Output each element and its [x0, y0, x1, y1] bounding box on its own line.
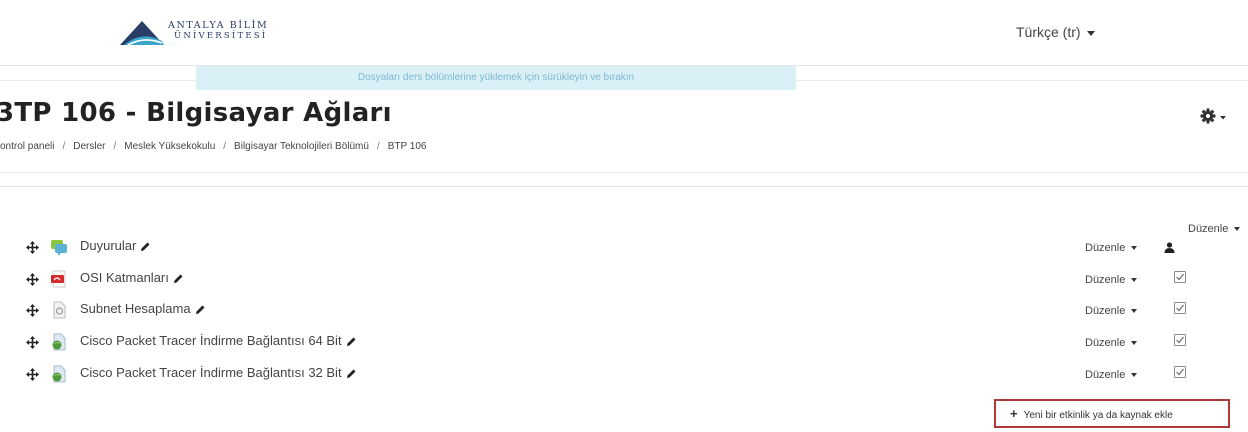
activity-edit-label: Düzenle — [1085, 369, 1126, 381]
gear-icon — [1200, 108, 1226, 124]
breadcrumb-item[interactable]: Dersler — [73, 141, 105, 152]
breadcrumb-separator: / — [376, 141, 380, 152]
pdf-icon — [51, 270, 66, 288]
logo-text-line1: ANTALYA BİLİM — [168, 20, 269, 31]
pencil-icon[interactable] — [173, 273, 184, 284]
breadcrumb-item[interactable]: BTP 106 — [388, 141, 427, 152]
breadcrumb: ontrol paneli / Dersler / Meslek Yüksekokulu… — [0, 141, 426, 152]
top-navbar: ANTALYA BİLİM ÜNİVERSİTESİ Türkçe (tr) — [0, 0, 1248, 66]
pencil-icon[interactable] — [346, 336, 357, 347]
checkbox-icon[interactable] — [1174, 366, 1186, 378]
content-divider — [0, 186, 1248, 187]
language-menu[interactable]: Türkçe (tr) — [1016, 24, 1095, 40]
pencil-icon[interactable] — [140, 241, 151, 252]
chevron-down-icon — [1131, 246, 1138, 251]
activity-name: Cisco Packet Tracer İndirme Bağlantısı 6… — [80, 333, 342, 348]
activity-link[interactable]: OSI Katmanları — [80, 270, 184, 285]
activity-link[interactable]: Subnet Hesaplama — [80, 301, 206, 316]
page-title: 3TP 106 - Bilgisayar Ağları — [0, 98, 392, 128]
activity-edit-menu[interactable]: Düzenle — [1085, 369, 1138, 381]
chevron-down-icon — [1086, 30, 1095, 36]
dropzone-text: Dosyaları ders bölümlerine yüklemek için… — [357, 72, 635, 83]
activity-edit-label: Düzenle — [1085, 242, 1126, 254]
language-label: Türkçe (tr) — [1016, 24, 1081, 40]
activity-name: Duyurular — [80, 238, 137, 253]
activity-row: Subnet Hesaplama Düzenle — [0, 297, 1248, 325]
activity-link[interactable]: Cisco Packet Tracer İndirme Bağlantısı 6… — [80, 333, 357, 348]
activity-link[interactable]: Cisco Packet Tracer İndirme Bağlantısı 3… — [80, 365, 357, 380]
breadcrumb-item[interactable]: Bilgisayar Teknolojileri Bölümü — [234, 141, 369, 152]
activity-name: OSI Katmanları — [80, 270, 169, 285]
checkbox-icon[interactable] — [1174, 302, 1186, 314]
activity-edit-menu[interactable]: Düzenle — [1085, 305, 1138, 317]
move-icon[interactable] — [26, 273, 39, 286]
chevron-down-icon — [1131, 341, 1138, 346]
activity-edit-label: Düzenle — [1085, 305, 1126, 317]
url-icon — [52, 365, 66, 383]
move-icon[interactable] — [26, 368, 39, 381]
pencil-icon[interactable] — [195, 304, 206, 315]
content-divider — [0, 172, 1248, 173]
university-logo[interactable]: ANTALYA BİLİM ÜNİVERSİTESİ — [118, 18, 288, 50]
activity-name: Cisco Packet Tracer İndirme Bağlantısı 3… — [80, 365, 342, 380]
breadcrumb-separator: / — [223, 141, 227, 152]
move-icon[interactable] — [26, 304, 39, 317]
activity-edit-label: Düzenle — [1085, 337, 1126, 349]
activity-row: OSI Katmanları Düzenle — [0, 266, 1248, 294]
checkbox-icon[interactable] — [1174, 334, 1186, 346]
checkbox-icon[interactable] — [1174, 271, 1186, 283]
pencil-icon[interactable] — [346, 368, 357, 379]
file-dropzone[interactable]: Dosyaları ders bölümlerine yüklemek için… — [196, 66, 796, 90]
breadcrumb-item[interactable]: Meslek Yüksekokulu — [124, 141, 215, 152]
activity-link[interactable]: Duyurular — [80, 238, 151, 253]
file-icon — [53, 301, 66, 319]
move-icon[interactable] — [26, 241, 39, 254]
add-activity-label: Yeni bir etkinlik ya da kaynak ekle — [1023, 410, 1173, 421]
activity-edit-label: Düzenle — [1085, 274, 1126, 286]
add-activity-button[interactable]: + Yeni bir etkinlik ya da kaynak ekle — [994, 399, 1230, 428]
chevron-down-icon — [1131, 278, 1138, 283]
chevron-down-icon — [1234, 227, 1241, 232]
activity-row: Cisco Packet Tracer İndirme Bağlantısı 6… — [0, 329, 1248, 357]
breadcrumb-separator: / — [113, 141, 117, 152]
activity-edit-menu[interactable]: Düzenle — [1085, 337, 1138, 349]
activity-row: Duyurular Düzenle — [0, 234, 1248, 262]
chevron-down-icon — [1131, 309, 1138, 314]
move-icon[interactable] — [26, 336, 39, 349]
breadcrumb-item[interactable]: ontrol paneli — [0, 141, 54, 152]
plus-icon: + — [1010, 406, 1018, 421]
chevron-down-icon — [1131, 373, 1138, 378]
activity-row: Cisco Packet Tracer İndirme Bağlantısı 3… — [0, 361, 1248, 389]
user-icon[interactable] — [1164, 242, 1175, 253]
logo-mark-icon — [120, 21, 164, 46]
logo-text-line2: ÜNİVERSİTESİ — [174, 31, 268, 41]
activity-name: Subnet Hesaplama — [80, 301, 191, 316]
url-icon — [52, 333, 66, 351]
forum-icon — [51, 240, 67, 256]
settings-menu[interactable] — [1200, 107, 1228, 125]
breadcrumb-separator: / — [62, 141, 66, 152]
activity-edit-menu[interactable]: Düzenle — [1085, 274, 1138, 286]
activity-edit-menu[interactable]: Düzenle — [1085, 242, 1138, 254]
